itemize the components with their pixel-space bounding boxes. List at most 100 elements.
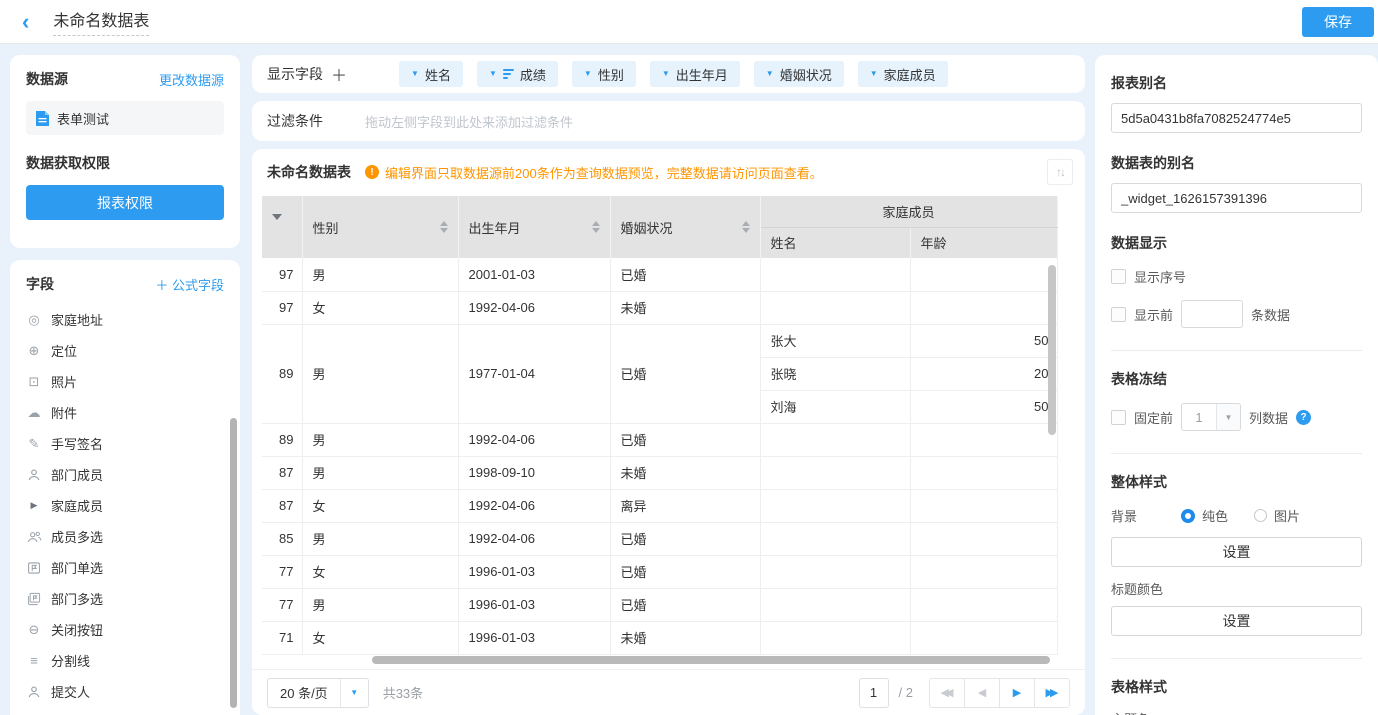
minus-circle-icon: ⊖ — [26, 622, 42, 638]
page-title[interactable]: 未命名数据表 — [53, 7, 149, 36]
field-item-family[interactable]: ▶家庭成员 — [26, 490, 224, 521]
sort-toggle-icon[interactable] — [742, 221, 750, 233]
freeze-checkbox[interactable] — [1111, 410, 1126, 425]
field-item-member-multi[interactable]: 成员多选 — [26, 521, 224, 552]
chip-marital[interactable]: ▼婚姻状况 — [754, 61, 844, 87]
field-item-submitter[interactable]: 提交人 — [26, 676, 224, 707]
table-row: 77女1996-01-03已婚 — [262, 555, 1057, 588]
report-alias-input[interactable] — [1111, 103, 1362, 133]
theme-color-label: 主题色 — [1111, 709, 1362, 715]
row-limit-input[interactable] — [1181, 300, 1243, 328]
datasource-item-label: 表单测试 — [57, 109, 109, 128]
chip-birth[interactable]: ▼出生年月 — [650, 61, 740, 87]
first-page-button[interactable]: ◀◀ — [929, 678, 965, 708]
chevron-down-icon: ▼ — [1216, 404, 1240, 430]
background-label: 背景 — [1111, 506, 1181, 525]
departments-flag-icon — [26, 592, 42, 606]
preview-warning: ! 编辑界面只取数据源前200条作为查询数据预览，完整数据请访问页面查看。 — [365, 163, 823, 182]
bg-image-radio[interactable]: 图片 — [1254, 506, 1300, 525]
fields-panel: 字段 ＋ 公式字段 ◎家庭地址 ⊕定位 ⊡照片 ☁附件 ✎手写签名 部门成员 ▶… — [10, 260, 240, 715]
field-item-dept-single[interactable]: 部门单选 — [26, 552, 224, 583]
field-item-address[interactable]: ◎家庭地址 — [26, 304, 224, 335]
freeze-count-select[interactable]: 1 ▼ — [1181, 403, 1241, 431]
chevron-down-icon: ▼ — [584, 70, 592, 78]
datasource-item[interactable]: 表单测试 — [26, 101, 224, 135]
field-item-locate[interactable]: ⊕定位 — [26, 335, 224, 366]
sort-desc-icon — [503, 69, 514, 79]
field-item-close-button[interactable]: ⊖关闭按钮 — [26, 614, 224, 645]
next-page-button[interactable]: ▶ — [999, 678, 1035, 708]
filter-dropzone[interactable]: 拖动左侧字段到此处来添加过滤条件 — [365, 112, 573, 131]
freeze-label: 固定前 — [1134, 408, 1173, 427]
table-row: 71女1996-01-03未婚 — [262, 621, 1057, 654]
chip-family[interactable]: ▼家庭成员 — [858, 61, 948, 87]
warning-icon: ! — [365, 165, 379, 179]
field-item-dept-multi[interactable]: 部门多选 — [26, 583, 224, 614]
total-count: 共33条 — [383, 683, 423, 702]
show-first-suffix: 条数据 — [1251, 305, 1290, 324]
marital-column-header[interactable]: 婚姻状况 — [610, 196, 760, 258]
show-first-checkbox[interactable] — [1111, 307, 1126, 322]
chip-gender[interactable]: ▼性别 — [572, 61, 636, 87]
crosshair-icon: ⊕ — [26, 343, 42, 359]
overall-style-title: 整体样式 — [1111, 472, 1362, 492]
section-divider — [1111, 453, 1362, 454]
table-sort-toggle[interactable]: ↑↓ — [1047, 159, 1073, 185]
show-index-label: 显示序号 — [1134, 267, 1186, 286]
prev-page-button[interactable]: ◀ — [964, 678, 1000, 708]
last-page-button[interactable]: ▶▶ — [1034, 678, 1070, 708]
person-icon — [26, 468, 42, 482]
background-set-button[interactable]: 设置 — [1111, 537, 1362, 567]
datasource-title: 数据源 — [26, 69, 68, 89]
pen-icon: ✎ — [26, 436, 42, 452]
sidebar-scrollbar[interactable] — [230, 418, 237, 708]
show-index-checkbox[interactable] — [1111, 269, 1126, 284]
add-formula-field-link[interactable]: ＋ 公式字段 — [155, 275, 224, 294]
field-item-submit-time[interactable]: 提交时间 — [26, 707, 224, 715]
change-datasource-link[interactable]: 更改数据源 — [159, 70, 224, 89]
total-pages: / 2 — [899, 685, 913, 700]
page-size-select[interactable]: 20 条/页 ▼ — [267, 678, 369, 708]
add-display-field-icon[interactable]: ＋ — [331, 62, 347, 86]
table-style-title: 表格样式 — [1111, 677, 1362, 697]
datasource-panel: 数据源 更改数据源 表单测试 数据获取权限 报表权限 — [10, 55, 240, 248]
table-horizontal-scrollbar[interactable] — [372, 656, 1050, 664]
title-color-set-button[interactable]: 设置 — [1111, 606, 1362, 636]
chip-score[interactable]: ▼成绩 — [477, 61, 558, 87]
show-first-label: 显示前 — [1134, 305, 1173, 324]
title-color-label: 标题颜色 — [1111, 579, 1362, 598]
table-footer: 20 条/页 ▼ 共33条 1 / 2 ◀◀ ◀ ▶ ▶▶ — [252, 670, 1085, 715]
display-fields-label: 显示字段 — [267, 64, 323, 84]
table-alias-input[interactable] — [1111, 183, 1362, 213]
field-item-divider[interactable]: ≡分割线 — [26, 645, 224, 676]
filter-bar: 过滤条件 拖动左侧字段到此处来添加过滤条件 — [252, 101, 1085, 141]
sort-toggle-icon[interactable] — [440, 221, 448, 233]
birth-column-header[interactable]: 出生年月 — [458, 196, 610, 258]
report-permission-button[interactable]: 报表权限 — [26, 185, 224, 220]
field-item-signature[interactable]: ✎手写签名 — [26, 428, 224, 459]
save-button[interactable]: 保存 — [1302, 7, 1374, 37]
field-item-dept-member[interactable]: 部门成员 — [26, 459, 224, 490]
sort-toggle-icon[interactable] — [592, 221, 600, 233]
chip-name[interactable]: ▼姓名 — [399, 61, 463, 87]
chevron-down-icon: ▼ — [870, 70, 878, 78]
back-chevron-icon[interactable]: ‹ — [22, 11, 29, 33]
score-column-header[interactable] — [262, 196, 302, 258]
page-number-input[interactable]: 1 — [859, 678, 889, 708]
department-flag-icon — [26, 561, 42, 575]
field-item-photo[interactable]: ⊡照片 — [26, 366, 224, 397]
help-icon[interactable]: ? — [1296, 410, 1311, 425]
section-divider — [1111, 350, 1362, 351]
table-vertical-scrollbar[interactable] — [1048, 265, 1056, 435]
table-row: 97男2001-01-03已婚 — [262, 258, 1057, 291]
field-list: ◎家庭地址 ⊕定位 ⊡照片 ☁附件 ✎手写签名 部门成员 ▶家庭成员 成员多选 … — [26, 304, 224, 715]
form-doc-icon — [36, 111, 49, 126]
freeze-title: 表格冻结 — [1111, 369, 1362, 389]
gender-column-header[interactable]: 性别 — [302, 196, 458, 258]
people-icon — [26, 530, 42, 544]
field-item-attachment[interactable]: ☁附件 — [26, 397, 224, 428]
plus-icon: ＋ — [155, 278, 172, 293]
table-row: 87男1998-09-10未婚 — [262, 456, 1057, 489]
family-age-header: 年龄 — [910, 227, 1057, 258]
bg-solid-radio[interactable]: 纯色 — [1181, 506, 1228, 525]
